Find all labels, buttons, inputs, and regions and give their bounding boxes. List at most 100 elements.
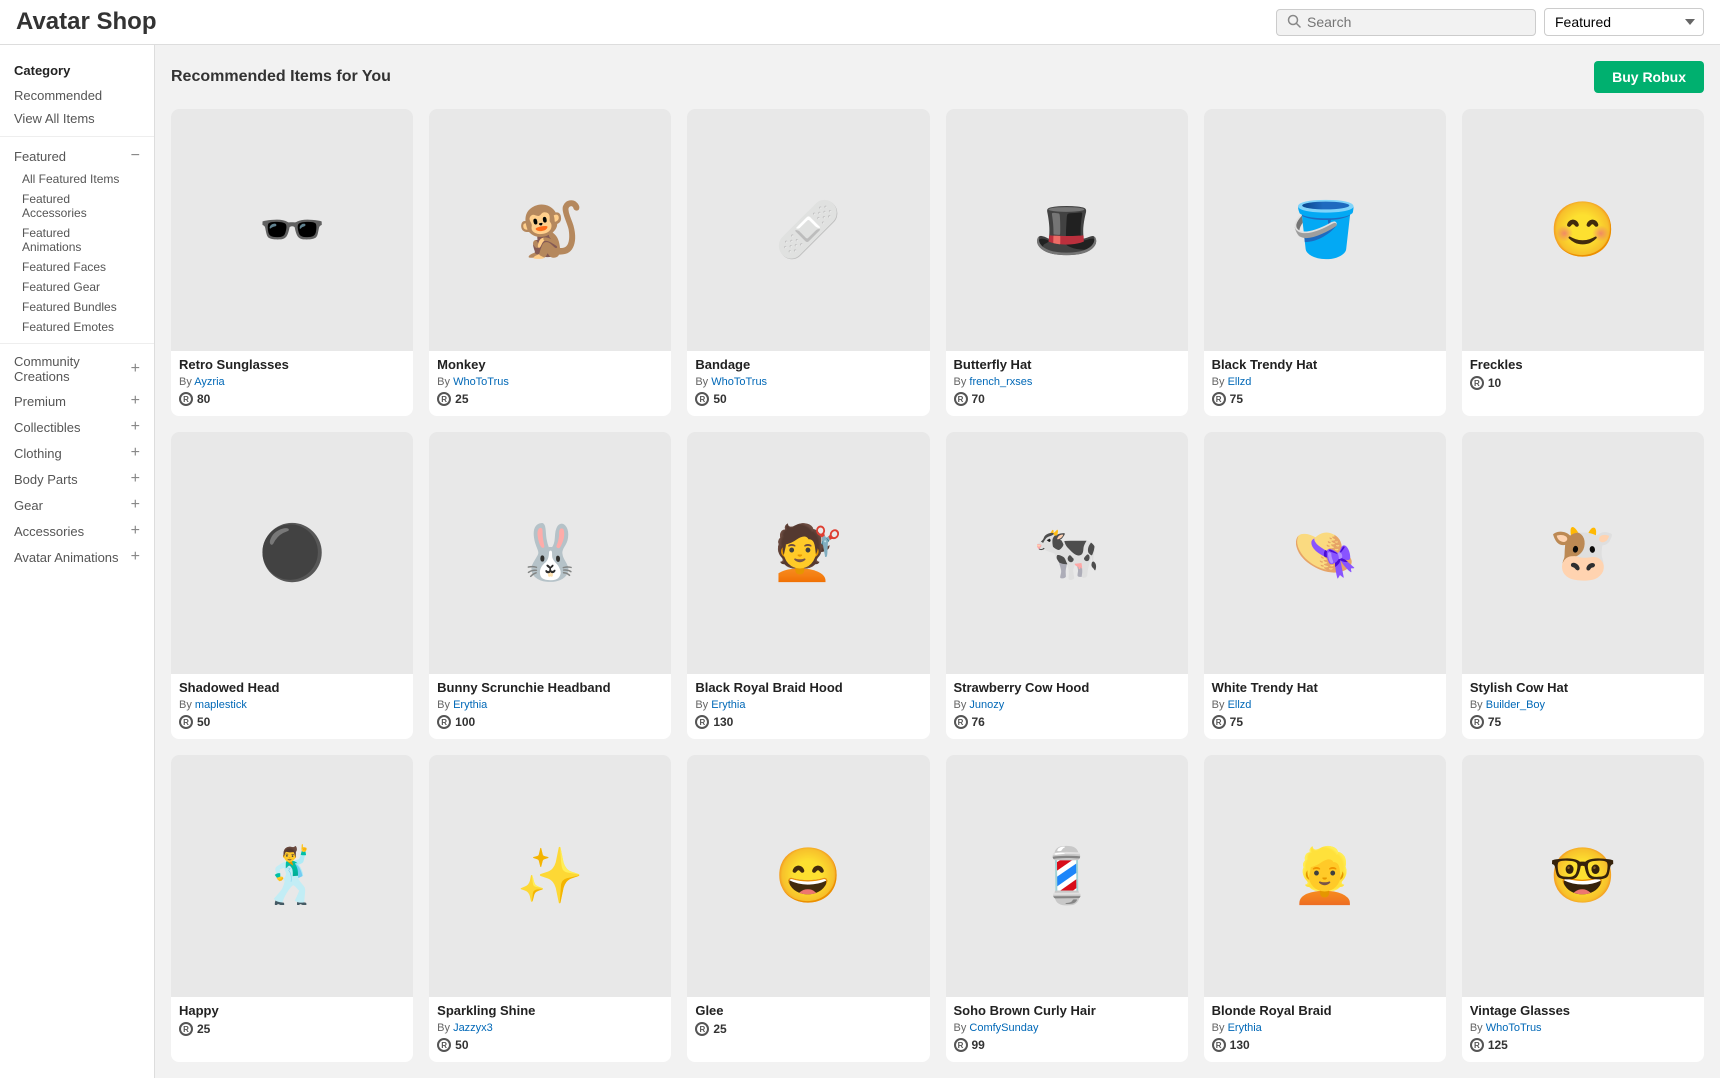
- sidebar-item-recommended[interactable]: Recommended: [0, 84, 154, 107]
- sidebar-item-accessories[interactable]: Accessories +: [0, 518, 154, 544]
- item-card[interactable]: 🩹BandageBy WhoToTrusR50: [687, 109, 929, 416]
- creator-link[interactable]: Erythia: [711, 699, 745, 711]
- item-card[interactable]: 🕺HappyR25: [171, 755, 413, 1062]
- sidebar-sub-featured-gear[interactable]: Featured Gear: [0, 277, 154, 297]
- item-creator: By Erythia: [437, 699, 663, 711]
- sidebar-sub-featured-accessories[interactable]: Featured Accessories: [0, 189, 154, 223]
- creator-link[interactable]: Erythia: [453, 699, 487, 711]
- item-image: 🕺: [171, 755, 413, 997]
- sidebar-item-premium[interactable]: Premium +: [0, 388, 154, 414]
- creator-link[interactable]: Erythia: [1228, 1022, 1262, 1034]
- creator-link[interactable]: Ellzd: [1228, 376, 1252, 388]
- item-card[interactable]: 🪣Black Trendy HatBy EllzdR75: [1204, 109, 1446, 416]
- creator-link[interactable]: WhoToTrus: [1486, 1022, 1542, 1034]
- item-card[interactable]: 😄GleeR25: [687, 755, 929, 1062]
- robux-icon: R: [1212, 1038, 1226, 1052]
- item-price: R80: [179, 392, 405, 406]
- item-card[interactable]: 🐒MonkeyBy WhoToTrusR25: [429, 109, 671, 416]
- creator-link[interactable]: french_rxses: [969, 376, 1032, 388]
- robux-icon: R: [179, 392, 193, 406]
- item-image: ✨: [429, 755, 671, 997]
- item-image: 🤓: [1462, 755, 1704, 997]
- items-grid: 🕶️Retro SunglassesBy AyzriaR80🐒MonkeyBy …: [171, 109, 1704, 1062]
- item-price: R75: [1212, 392, 1438, 406]
- creator-link[interactable]: WhoToTrus: [711, 376, 767, 388]
- sidebar-sub-featured-bundles[interactable]: Featured Bundles: [0, 297, 154, 317]
- price-value: 75: [1230, 715, 1243, 729]
- item-info: Vintage GlassesBy WhoToTrusR125: [1462, 997, 1704, 1062]
- search-input[interactable]: [1307, 14, 1525, 30]
- item-creator: By Jazzyx3: [437, 1022, 663, 1034]
- sidebar-sub-featured-emotes[interactable]: Featured Emotes: [0, 317, 154, 337]
- page-title: Avatar Shop: [16, 8, 156, 36]
- robux-icon: R: [437, 715, 451, 729]
- robux-icon: R: [179, 715, 193, 729]
- sidebar-item-avatar-animations[interactable]: Avatar Animations +: [0, 544, 154, 570]
- item-card[interactable]: 👱Blonde Royal BraidBy ErythiaR130: [1204, 755, 1446, 1062]
- item-info: Sparkling ShineBy Jazzyx3R50: [429, 997, 671, 1062]
- creator-link[interactable]: Ellzd: [1228, 699, 1252, 711]
- item-price: R25: [437, 392, 663, 406]
- item-card[interactable]: 🐰Bunny Scrunchie HeadbandBy ErythiaR100: [429, 432, 671, 739]
- item-info: Butterfly HatBy french_rxsesR70: [946, 351, 1188, 416]
- item-price: R99: [954, 1038, 1180, 1052]
- item-creator: By maplestick: [179, 699, 405, 711]
- item-name: Vintage Glasses: [1470, 1003, 1696, 1020]
- item-card[interactable]: ✨Sparkling ShineBy Jazzyx3R50: [429, 755, 671, 1062]
- sidebar-sub-featured-faces[interactable]: Featured Faces: [0, 257, 154, 277]
- price-value: 100: [455, 715, 475, 729]
- item-card[interactable]: 💈Soho Brown Curly HairBy ComfySundayR99: [946, 755, 1188, 1062]
- price-value: 25: [197, 1022, 210, 1036]
- item-card[interactable]: 🤓Vintage GlassesBy WhoToTrusR125: [1462, 755, 1704, 1062]
- collectibles-expand-icon: +: [131, 418, 140, 436]
- item-info: Stylish Cow HatBy Builder_BoyR75: [1462, 674, 1704, 739]
- sidebar-item-community[interactable]: Community Creations +: [0, 350, 154, 388]
- layout: Category Recommended View All Items Feat…: [0, 45, 1720, 1078]
- sidebar-item-gear[interactable]: Gear +: [0, 492, 154, 518]
- creator-link[interactable]: ComfySunday: [969, 1022, 1038, 1034]
- item-image: 😄: [687, 755, 929, 997]
- robux-icon: R: [695, 392, 709, 406]
- creator-link[interactable]: maplestick: [195, 699, 247, 711]
- creator-link[interactable]: Builder_Boy: [1486, 699, 1545, 711]
- robux-icon: R: [1212, 392, 1226, 406]
- sidebar-item-collectibles[interactable]: Collectibles +: [0, 414, 154, 440]
- sidebar-item-featured[interactable]: Featured −: [0, 143, 154, 169]
- price-value: 25: [713, 1022, 726, 1036]
- item-image: 🐒: [429, 109, 671, 351]
- item-card[interactable]: 😊FrecklesR10: [1462, 109, 1704, 416]
- item-creator: By Ellzd: [1212, 699, 1438, 711]
- sidebar-sub-featured-animations[interactable]: Featured Animations: [0, 223, 154, 257]
- avatar-animations-expand-icon: +: [131, 548, 140, 566]
- item-info: Bunny Scrunchie HeadbandBy ErythiaR100: [429, 674, 671, 739]
- item-name: Glee: [695, 1003, 921, 1020]
- sidebar-item-view-all[interactable]: View All Items: [0, 107, 154, 130]
- item-price: R25: [179, 1022, 405, 1036]
- item-info: Black Trendy HatBy EllzdR75: [1204, 351, 1446, 416]
- item-card[interactable]: 👒White Trendy HatBy EllzdR75: [1204, 432, 1446, 739]
- item-name: Shadowed Head: [179, 680, 405, 697]
- item-card[interactable]: ⚫Shadowed HeadBy maplestickR50: [171, 432, 413, 739]
- price-value: 50: [197, 715, 210, 729]
- creator-link[interactable]: Junozy: [969, 699, 1004, 711]
- sidebar-category-heading: Category: [0, 57, 154, 84]
- item-card[interactable]: 🕶️Retro SunglassesBy AyzriaR80: [171, 109, 413, 416]
- item-price: R10: [1470, 376, 1696, 390]
- sort-select[interactable]: Featured Relevance Price (Low to High) P…: [1544, 8, 1704, 36]
- buy-robux-button[interactable]: Buy Robux: [1594, 61, 1704, 93]
- creator-link[interactable]: Jazzyx3: [453, 1022, 493, 1034]
- sidebar-item-clothing[interactable]: Clothing +: [0, 440, 154, 466]
- sidebar-item-body-parts[interactable]: Body Parts +: [0, 466, 154, 492]
- item-card[interactable]: 🎩Butterfly HatBy french_rxsesR70: [946, 109, 1188, 416]
- sidebar-divider-1: [0, 136, 154, 137]
- item-name: Bandage: [695, 357, 921, 374]
- item-card[interactable]: 🐄Strawberry Cow HoodBy JunozyR76: [946, 432, 1188, 739]
- item-card[interactable]: 💇Black Royal Braid HoodBy ErythiaR130: [687, 432, 929, 739]
- creator-link[interactable]: Ayzria: [194, 376, 224, 388]
- sidebar-sub-all-featured[interactable]: All Featured Items: [0, 169, 154, 189]
- item-card[interactable]: 🐮Stylish Cow HatBy Builder_BoyR75: [1462, 432, 1704, 739]
- item-image: 😊: [1462, 109, 1704, 351]
- sidebar-divider-2: [0, 343, 154, 344]
- item-image: 🐄: [946, 432, 1188, 674]
- creator-link[interactable]: WhoToTrus: [453, 376, 509, 388]
